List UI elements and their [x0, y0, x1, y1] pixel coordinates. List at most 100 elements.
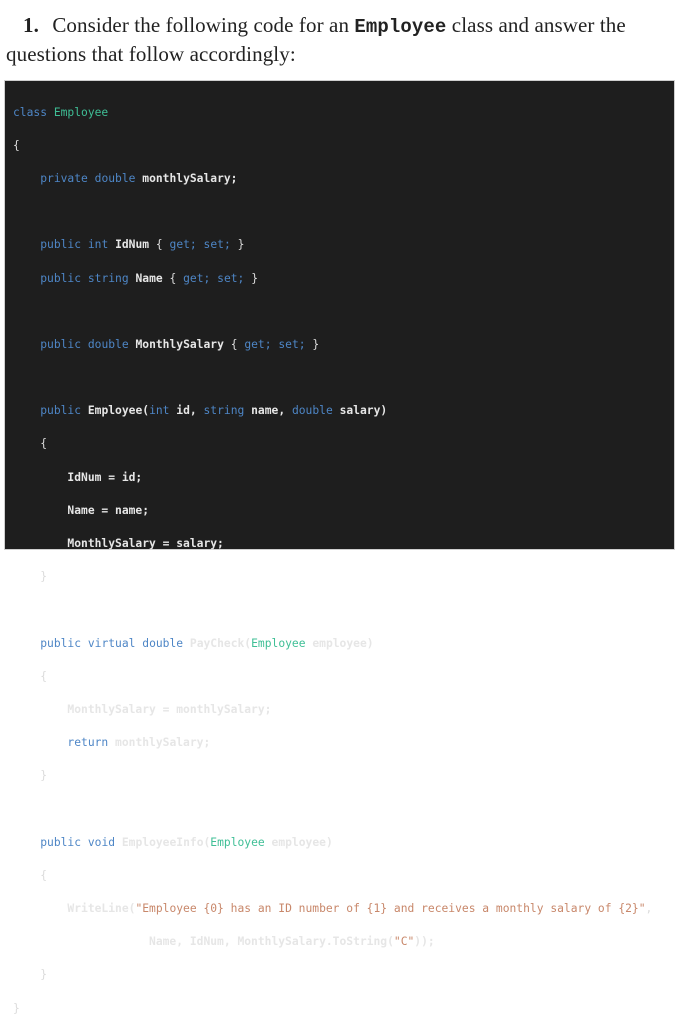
code-token: id, [176, 404, 197, 418]
question-prompt: 1. Consider the following code for an Em… [6, 12, 686, 68]
code-line-ctor-body-1: IdNum = id; [13, 470, 652, 487]
code-token: public [40, 271, 82, 285]
code-line-field: private double monthlySalary; [13, 171, 652, 188]
code-token: public [40, 337, 82, 351]
code-line-ctor: public Employee(int id, string name, dou… [13, 403, 652, 420]
code-token: virtual [87, 636, 136, 650]
code-token: } [237, 238, 245, 252]
code-token: , [645, 902, 653, 916]
code-token: MonthlySalary [135, 337, 224, 351]
code-token: { [40, 868, 48, 882]
code-token: PayCheck( [189, 636, 252, 650]
question-text-after: class and answer the [451, 13, 626, 37]
code-token: set; [203, 238, 231, 252]
code-token: int [87, 238, 109, 252]
code-token: Employee [53, 105, 109, 119]
code-token: "C" [393, 935, 415, 949]
code-token: get; [244, 337, 272, 351]
code-token: string [203, 404, 245, 418]
code-token: monthlySalary; [142, 171, 238, 185]
code-token: set; [278, 337, 306, 351]
code-token: MonthlySalary = salary; [67, 537, 224, 551]
code-token: get; [183, 271, 211, 285]
code-token: } [251, 271, 258, 285]
code-listing: class Employee { private double monthlyS… [13, 88, 652, 1034]
code-line-info-close: } [13, 967, 652, 984]
class-name-inline: Employee [354, 16, 447, 38]
code-token: set; [217, 271, 245, 285]
code-line-paycheck-open: { [13, 669, 652, 686]
code-token: Name = name; [67, 503, 150, 517]
code-token: { [40, 437, 48, 451]
code-line-class: class Employee [13, 105, 652, 122]
code-token: double [142, 636, 184, 650]
code-line-ctor-open: { [13, 436, 652, 453]
code-line-prop-salary: public double MonthlySalary { get; set; … [13, 337, 652, 354]
code-token: WriteLine( [67, 902, 136, 916]
code-token: employee) [312, 636, 374, 650]
code-line-info-open: { [13, 868, 652, 885]
code-token: Employee [210, 835, 265, 849]
code-token: get; [169, 238, 197, 252]
code-token: "Employee {0} has an ID number of {1} an… [135, 902, 646, 916]
code-line-prop-idnum: public int IdNum { get; set; } [13, 237, 652, 254]
code-token: double [87, 337, 129, 351]
code-line-prop-name: public string Name { get; set; } [13, 271, 652, 288]
code-line-open-brace: { [13, 138, 652, 155]
code-token: string [87, 271, 129, 285]
code-token: return [67, 736, 109, 750]
code-token: IdNum [115, 238, 150, 252]
code-token: int [149, 404, 170, 418]
code-line-ctor-close: } [13, 569, 652, 586]
code-line-ctor-body-2: Name = name; [13, 503, 652, 520]
code-block: class Employee { private double monthlyS… [4, 80, 675, 1015]
code-token: double [291, 404, 333, 418]
question-text-before: Consider the following code for an [52, 13, 350, 37]
code-token: } [40, 968, 48, 982]
code-line-ctor-body-3: MonthlySalary = salary; [13, 536, 652, 553]
code-token: IdNum = id; [67, 470, 143, 484]
code-token: Name [135, 271, 163, 285]
code-token: { [13, 138, 20, 152]
code-token: Name, IdNum, MonthlySalary.ToString( [149, 935, 394, 949]
code-token: { [40, 669, 48, 683]
code-token: } [13, 1001, 20, 1015]
code-token: { [169, 271, 177, 285]
code-token: { [155, 238, 163, 252]
code-token: } [40, 769, 48, 783]
code-token: MonthlySalary = monthlySalary; [67, 702, 272, 716]
code-token: monthlySalary; [115, 736, 211, 750]
code-token: name, [251, 404, 286, 418]
code-token: void [87, 835, 116, 849]
code-token: Employee [251, 636, 306, 650]
code-token: public [40, 238, 82, 252]
code-token: salary) [339, 404, 388, 418]
question-number: 1. [23, 13, 39, 37]
code-token: class [13, 105, 48, 119]
code-line-paycheck-return: return monthlySalary; [13, 735, 652, 752]
code-token: double [94, 171, 136, 185]
code-line-paycheck-body-1: MonthlySalary = monthlySalary; [13, 702, 652, 719]
code-token: )); [414, 935, 435, 949]
code-line-class-close: } [13, 1001, 652, 1018]
code-token: EmployeeInfo( [121, 835, 211, 849]
code-token: } [40, 570, 48, 584]
code-token: Employee( [87, 404, 150, 418]
code-token: public [40, 404, 82, 418]
code-line-paycheck-close: } [13, 768, 652, 785]
code-token: public [40, 636, 82, 650]
question-text-line2: questions that follow accordingly: [6, 42, 296, 66]
code-token: private [40, 171, 88, 185]
code-token: public [40, 835, 82, 849]
code-token: employee) [271, 835, 333, 849]
code-token: } [312, 337, 320, 351]
code-line-paycheck: public virtual double PayCheck(Employee … [13, 636, 652, 653]
code-line-info: public void EmployeeInfo(Employee employ… [13, 835, 652, 852]
code-line-writeline-args: Name, IdNum, MonthlySalary.ToString("C")… [13, 934, 652, 951]
code-line-writeline: WriteLine("Employee {0} has an ID number… [13, 901, 652, 918]
